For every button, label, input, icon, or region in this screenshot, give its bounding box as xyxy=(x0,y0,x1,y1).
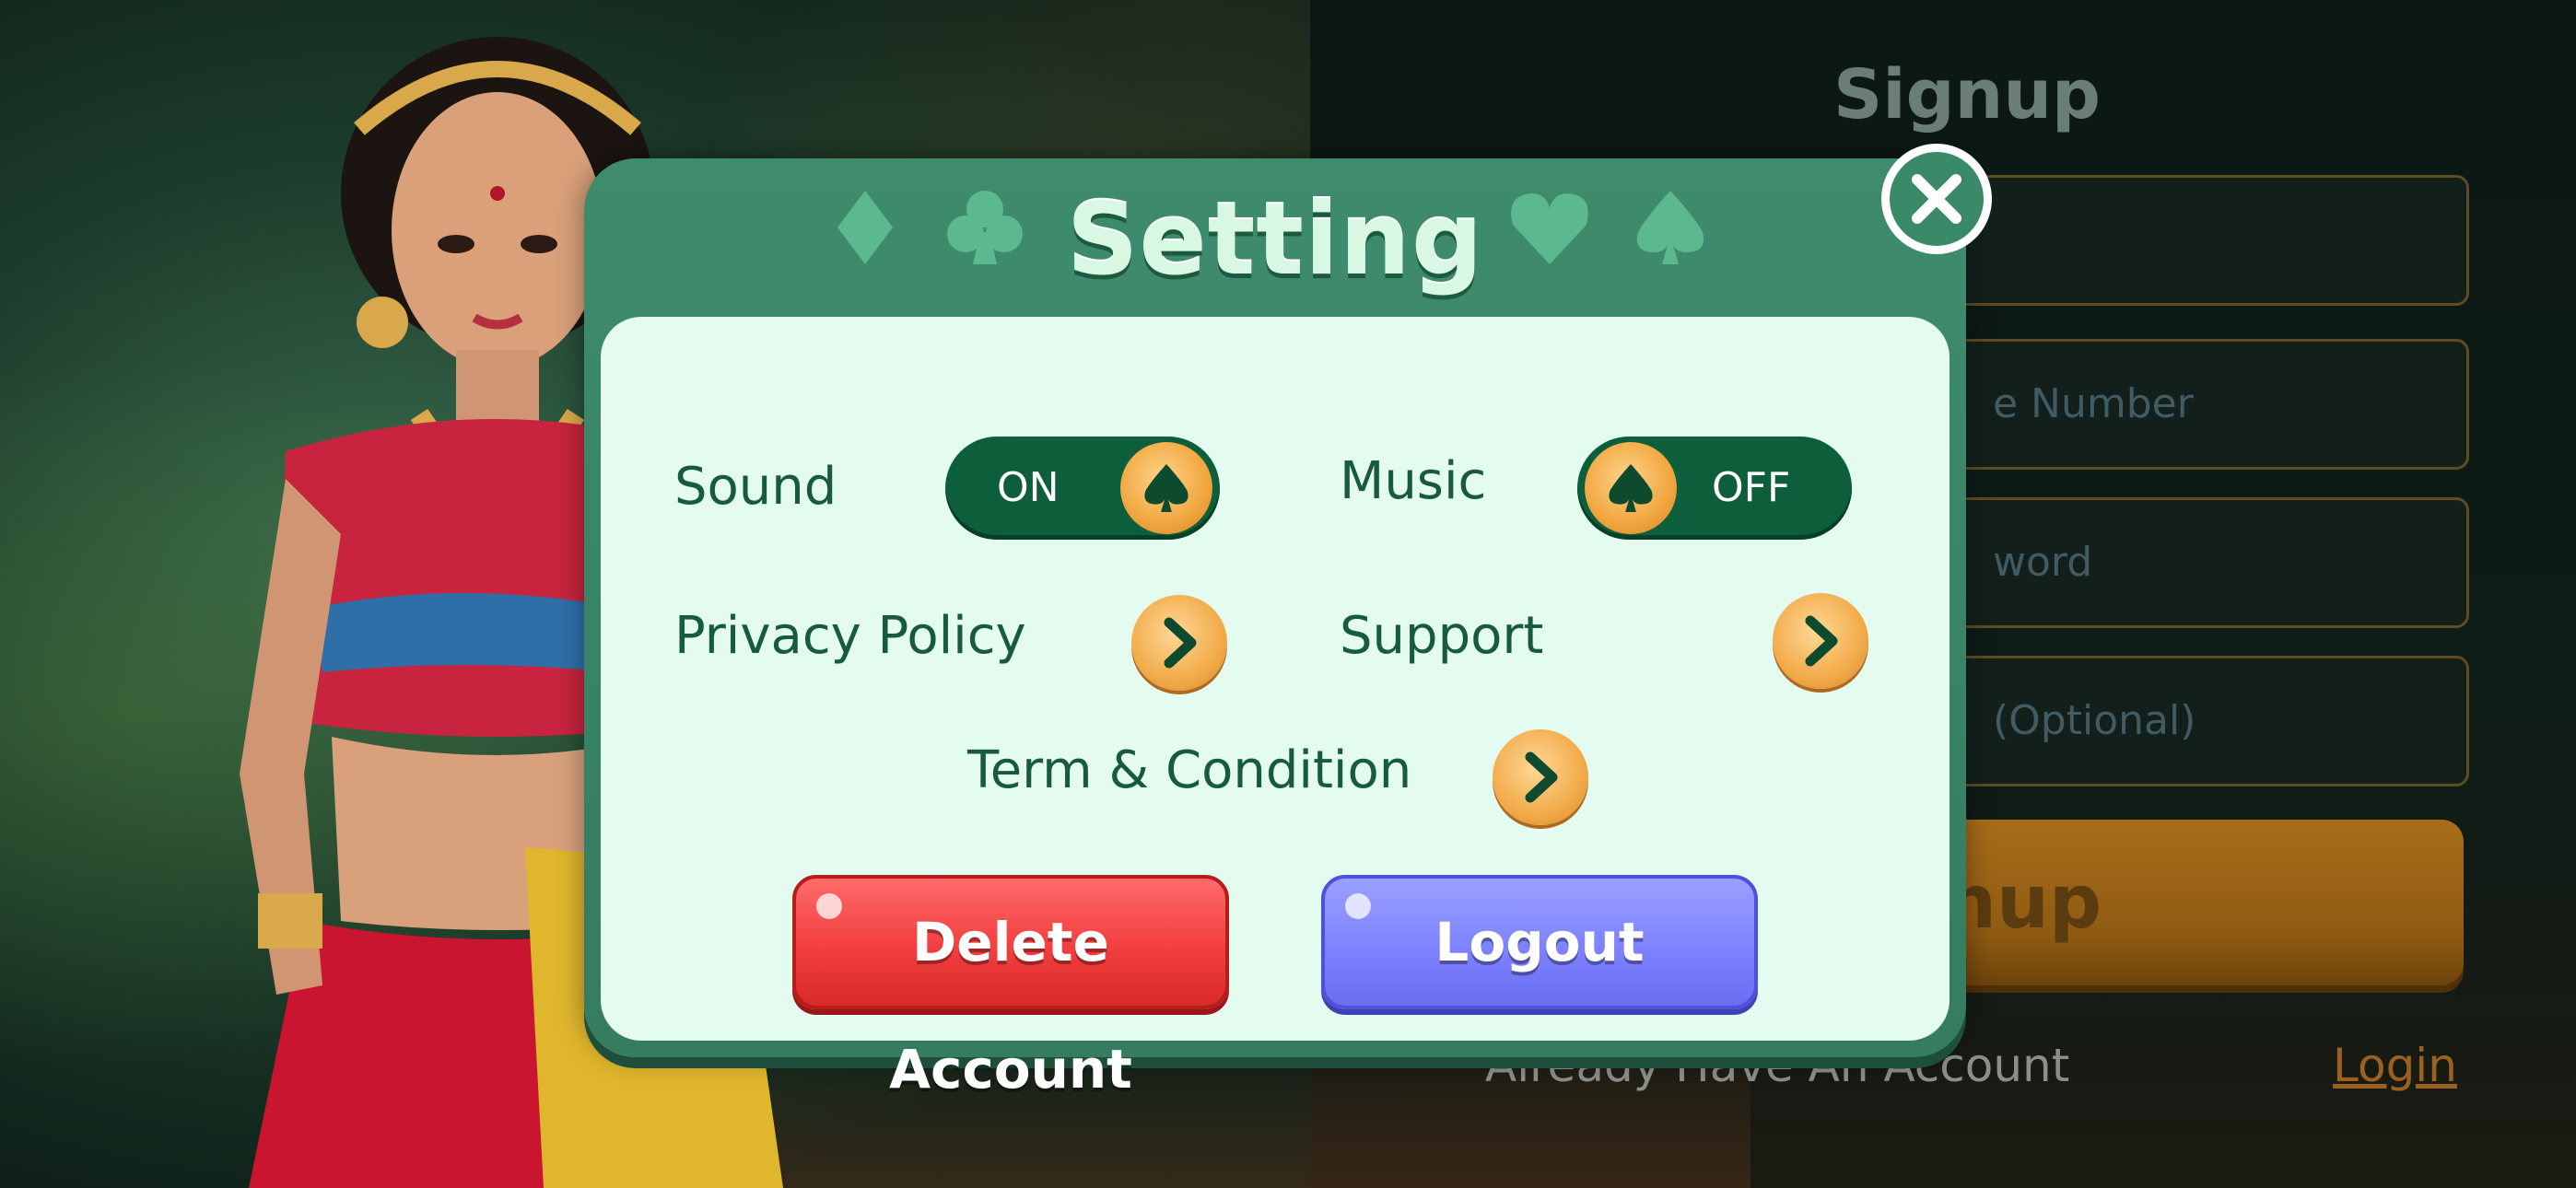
sound-toggle-state: ON xyxy=(997,464,1060,511)
support-label: Support xyxy=(1340,606,1544,666)
heart-icon xyxy=(1511,193,1588,264)
dialog-title: Setting xyxy=(1066,182,1484,297)
support-button[interactable] xyxy=(1773,593,1868,689)
diamond-icon xyxy=(837,191,893,264)
music-toggle[interactable]: OFF xyxy=(1577,437,1852,540)
music-toggle-state: OFF xyxy=(1712,464,1791,511)
close-button[interactable] xyxy=(1881,144,1992,254)
club-icon xyxy=(947,191,1023,264)
privacy-policy-button[interactable] xyxy=(1131,595,1227,691)
sound-label: Sound xyxy=(674,457,837,517)
sound-toggle[interactable]: ON xyxy=(945,437,1220,540)
chevron-right-icon xyxy=(1525,751,1558,803)
spade-icon xyxy=(1120,442,1212,534)
logout-button[interactable]: Logout xyxy=(1321,875,1758,1009)
music-label: Music xyxy=(1340,451,1487,511)
delete-account-button[interactable]: Delete Account xyxy=(792,875,1229,1101)
terms-button[interactable] xyxy=(1493,729,1588,825)
close-icon xyxy=(1912,174,1961,224)
login-link[interactable]: Login xyxy=(2333,1039,2457,1092)
signup-title: Signup xyxy=(1833,55,2101,134)
spade-icon xyxy=(1636,191,1704,264)
chevron-right-icon xyxy=(1164,617,1197,669)
spade-icon xyxy=(1585,442,1677,534)
chevron-right-icon xyxy=(1805,615,1838,667)
privacy-policy-label: Privacy Policy xyxy=(674,606,1026,666)
terms-label: Term & Condition xyxy=(967,740,1412,800)
